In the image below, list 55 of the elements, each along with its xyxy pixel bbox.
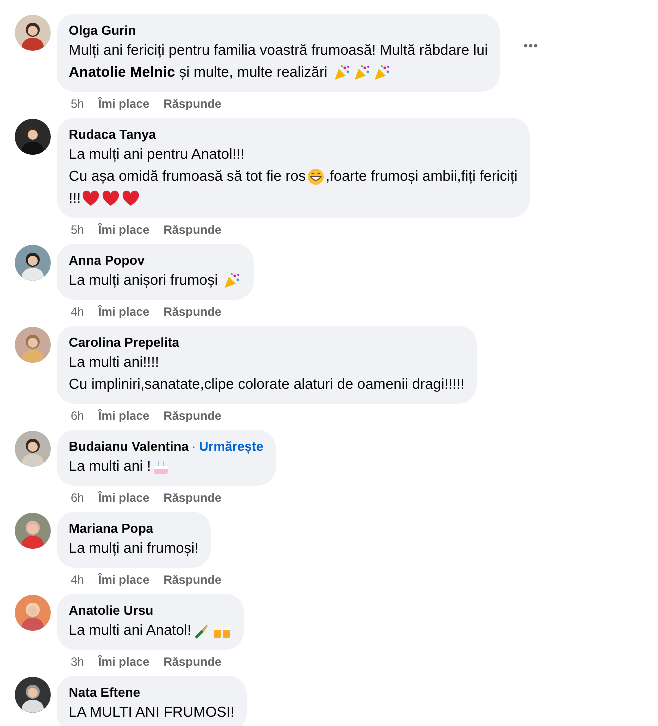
comment-time: 6h — [71, 491, 84, 505]
reply-link[interactable]: Răspunde — [164, 223, 222, 237]
comment-text: ,foarte frumoși ambii,fiți fericiți — [326, 168, 518, 187]
comment-time: 3h — [71, 655, 84, 669]
follow-link[interactable]: Urmărește — [199, 438, 264, 456]
grinning-face-icon — [306, 168, 325, 186]
reply-link[interactable]: Răspunde — [164, 409, 222, 423]
reply-link[interactable]: Răspunde — [164, 655, 222, 669]
comment-time: 4h — [71, 573, 84, 587]
comment-text: La mulți ani frumoși! — [69, 540, 199, 559]
author-name[interactable]: Anna Popov — [69, 252, 145, 270]
author-name[interactable]: Budaianu Valentina — [69, 438, 189, 456]
comment-text: La multi ani!!!! — [69, 354, 160, 373]
heart-icon — [102, 190, 120, 208]
comment-text: !!! — [69, 190, 82, 209]
comment-text: LA MULTI ANI FRUMOSI! — [69, 704, 235, 723]
party-popper-icon — [372, 64, 391, 82]
author-name[interactable]: Mariana Popa — [69, 520, 154, 538]
party-popper-icon — [332, 64, 351, 82]
comment-text: Anatolie Melnic și multe, multe realizări — [69, 64, 329, 83]
author-name[interactable]: Olga Gurin — [69, 22, 136, 40]
comment-time: 6h — [71, 409, 84, 423]
like-link[interactable]: Îmi place — [98, 491, 150, 505]
more-icon — [524, 44, 538, 48]
like-link[interactable]: Îmi place — [98, 223, 150, 237]
party-popper-icon — [223, 272, 242, 290]
comment-time: 5h — [71, 97, 84, 111]
author-name[interactable]: Carolina Prepelita — [69, 334, 180, 352]
reply-link[interactable]: Răspunde — [164, 305, 222, 319]
author-name[interactable]: Nata Eftene — [69, 684, 141, 702]
like-link[interactable]: Îmi place — [98, 409, 150, 423]
comment-text: Mulți ani fericiți pentru familia voastră frumoasă! Multă răbdare lui — [69, 42, 488, 61]
like-link[interactable]: Îmi place — [98, 97, 150, 111]
reply-link[interactable]: Răspunde — [164, 491, 222, 505]
party-popper-icon — [352, 64, 371, 82]
comment-text: La mulți ani pentru Anatol!!! — [69, 146, 245, 165]
comment-time: 5h — [71, 223, 84, 237]
comment-text: Cu impliniri,sanatate,clipe colorate alaturi de oamenii dragi!!!!! — [69, 376, 465, 395]
like-link[interactable]: Îmi place — [98, 573, 150, 587]
heart-icon — [82, 190, 100, 208]
separator-dot: · — [192, 439, 196, 454]
author-name[interactable]: Rudaca Tanya — [69, 126, 156, 144]
comment-text: Cu așa omidă frumoasă să tot fie ros — [69, 168, 306, 187]
comment-time: 4h — [71, 305, 84, 319]
reply-link[interactable]: Răspunde — [164, 97, 222, 111]
bottle-icon — [192, 622, 211, 640]
like-link[interactable]: Îmi place — [98, 305, 150, 319]
cake-icon — [152, 458, 170, 476]
comment-text: La multi ani ! — [69, 458, 152, 477]
like-link[interactable]: Îmi place — [98, 655, 150, 669]
author-name[interactable]: Anatolie Ursu — [69, 602, 154, 620]
comment-text: La mulți anișori frumoși — [69, 272, 220, 291]
reply-link[interactable]: Răspunde — [164, 573, 222, 587]
comment-text: La multi ani Anatol! — [69, 622, 192, 641]
heart-icon — [122, 190, 140, 208]
